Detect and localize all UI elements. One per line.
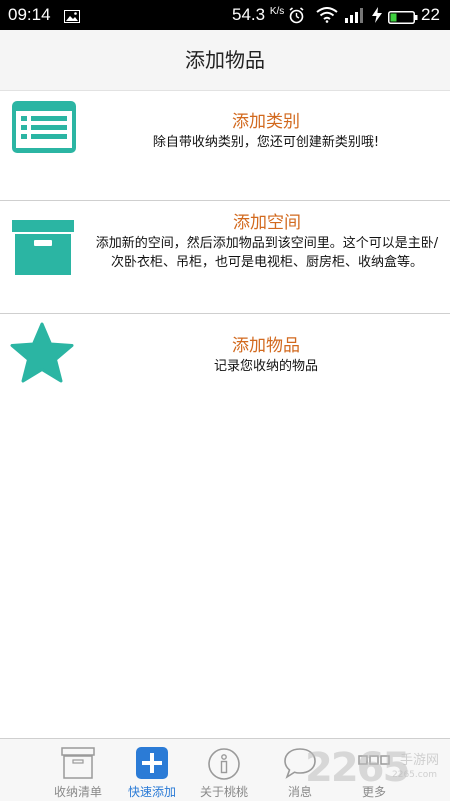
page-header: 添加物品 [0, 30, 450, 91]
tab-quick-add[interactable]: 快速添加 [114, 739, 190, 801]
option-add-item[interactable]: 添加物品 记录您收纳的物品 [0, 314, 450, 404]
status-bar: 09:14 54.3 K/s 22 [0, 0, 450, 30]
option-title: 添加物品 [232, 336, 300, 356]
wifi-icon [316, 7, 338, 28]
watermark-domain: 2265.com [392, 770, 437, 780]
star-icon [10, 322, 74, 388]
option-add-category[interactable]: 添加类别 除自带收纳类别，您还可创建新类别哦! [0, 90, 450, 201]
gallery-notification-icon [64, 8, 80, 28]
network-speed: 54.3 K/s [232, 5, 285, 24]
option-title: 添加类别 [232, 112, 300, 132]
list-icon [12, 101, 76, 157]
watermark-site: 手游网 [400, 753, 440, 768]
option-description: 添加新的空间，然后添加物品到该空间里。这个可以是主卧/次卧衣柜、吊柜，也可是电视… [95, 236, 439, 270]
storage-box-icon [61, 747, 95, 783]
status-time: 09:14 [8, 5, 51, 24]
option-description: 记录您收纳的物品 [213, 359, 318, 374]
tab-label: 快速添加 [127, 785, 176, 799]
option-title: 添加空间 [233, 213, 301, 233]
charging-icon [372, 7, 382, 28]
box-icon [12, 220, 74, 280]
info-icon [207, 747, 241, 785]
tab-about[interactable]: 关于桃桃 [186, 739, 262, 801]
alarm-icon [288, 7, 305, 29]
battery-level: 22 [421, 5, 440, 24]
page-title: 添加物品 [185, 48, 265, 72]
option-add-space[interactable]: 添加空间 添加新的空间，然后添加物品到该空间里。这个可以是主卧/次卧衣柜、吊柜，… [0, 201, 450, 314]
tab-label: 关于桃桃 [199, 785, 248, 799]
tab-label: 收纳清单 [53, 785, 102, 799]
option-description: 除自带收纳类别，您还可创建新类别哦! [152, 135, 380, 150]
signal-icon [344, 7, 364, 28]
battery-icon [388, 9, 418, 29]
watermark-number: 2265 [305, 745, 410, 791]
plus-icon [136, 747, 168, 783]
tab-storage-list[interactable]: 收纳清单 [40, 739, 116, 801]
